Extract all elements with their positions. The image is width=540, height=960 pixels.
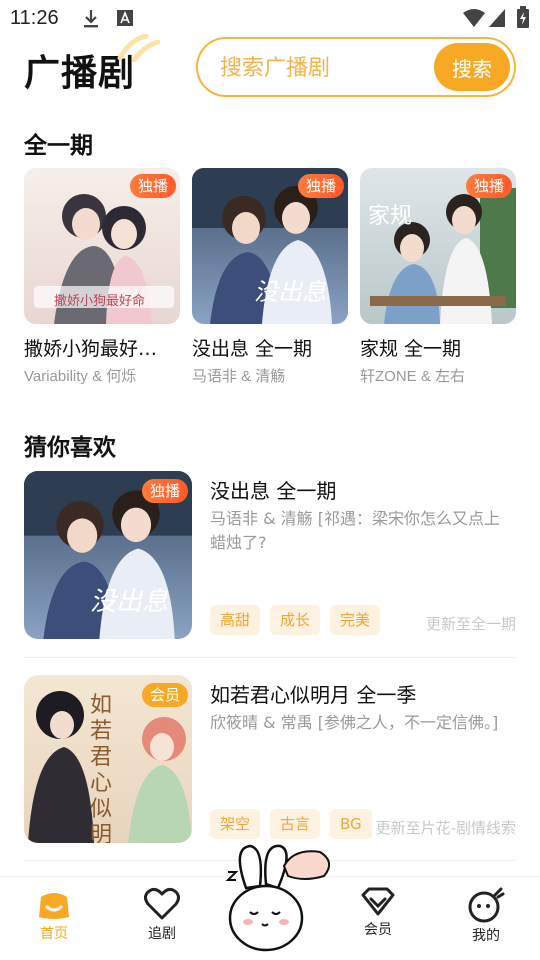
drama-cover[interactable]: 独播 没出息 xyxy=(24,471,192,639)
title-sparkle-decoration xyxy=(117,34,160,62)
exclusive-badge: 独播 xyxy=(141,479,188,503)
drama-title[interactable]: 没出息 全一期 xyxy=(210,475,336,504)
list-item[interactable]: 独播 没出息 没出息 全一期 马语非 & 清觞 [祁遇：梁宋你怎么又点上蜡烛了?… xyxy=(24,471,516,639)
text-app-icon xyxy=(117,10,133,26)
nav-item-home[interactable]: 首页 xyxy=(14,887,94,943)
nav-item-profile[interactable]: 我的 xyxy=(446,887,526,945)
nav-label: 首页 xyxy=(40,926,68,942)
vip-badge: 会员 xyxy=(141,683,188,707)
drama-cover[interactable]: 会员 如若君心似明月 xyxy=(24,675,192,843)
drama-card[interactable]: 独播 家规 家规 全一期 轩ZONE & 左右 xyxy=(360,168,516,386)
section-title-full: 全一期 xyxy=(24,126,98,160)
vip-diamond-icon xyxy=(361,887,395,916)
tag[interactable]: 完美 xyxy=(330,605,381,635)
drama-description: 马语非 & 清觞 [祁遇：梁宋你怎么又点上蜡烛了? xyxy=(210,509,500,552)
drama-cover[interactable]: 独播 家规 xyxy=(360,168,516,324)
cover-caption: 如若君心似明月 xyxy=(90,693,113,843)
list-item[interactable]: 会员 如若君心似明月 如若君心似明月 全一季 欣筱晴 & 常禹 [参佛之人，不一… xyxy=(24,675,516,843)
nav-label: 会员 xyxy=(364,922,392,938)
cellular-signal-icon xyxy=(489,9,505,27)
cover-caption: 撒娇小狗最好命 xyxy=(54,294,146,309)
drama-title[interactable]: 没出息 全一期 xyxy=(192,334,348,361)
tag[interactable]: 高甜 xyxy=(210,605,261,635)
download-icon xyxy=(84,10,98,28)
section-title-recommend: 猜你喜欢 xyxy=(24,428,122,462)
drama-card[interactable]: 独播 没出息 没出息 全一期 马语非 & 清觞 xyxy=(192,168,348,386)
tag-list: 架空 古言 BG xyxy=(210,809,372,839)
update-status: 更新至片花-剧情线索 xyxy=(375,819,516,837)
exclusive-badge: 独播 xyxy=(297,174,344,198)
drama-cast: Variability & 何烁 xyxy=(24,368,137,385)
status-time: 11:26 xyxy=(10,7,59,29)
cover-caption: 没出息 xyxy=(254,278,326,306)
tag-list: 高甜 成长 完美 xyxy=(210,605,381,635)
home-icon xyxy=(39,893,69,919)
profile-icon xyxy=(468,887,505,923)
drama-cast: 马语非 & 清觞 xyxy=(192,368,286,385)
nav-label: 我的 xyxy=(472,928,500,944)
nav-item-follow[interactable]: 追剧 xyxy=(122,887,202,943)
tag[interactable]: 架空 xyxy=(210,809,261,839)
nav-item-vip[interactable]: 会员 xyxy=(338,887,418,939)
search-input[interactable] xyxy=(220,53,420,83)
cover-caption: 没出息 xyxy=(90,587,169,617)
wifi-icon xyxy=(463,9,485,27)
update-status: 更新至全一期 xyxy=(425,615,516,633)
drama-cover[interactable]: 独播 没出息 xyxy=(192,168,348,324)
bunny-mascot-icon[interactable] xyxy=(224,842,336,954)
drama-title[interactable]: 家规 全一期 xyxy=(360,334,516,361)
status-bar: 11:26 xyxy=(0,0,540,36)
tag[interactable]: BG xyxy=(330,809,372,839)
drama-cast: 轩ZONE & 左右 xyxy=(360,368,466,385)
nav-label: 追剧 xyxy=(148,926,176,942)
tag[interactable]: 成长 xyxy=(270,605,321,635)
drama-title[interactable]: 如若君心似明月 全一季 xyxy=(210,679,416,708)
exclusive-badge: 独播 xyxy=(129,174,176,198)
tag[interactable]: 古言 xyxy=(270,809,321,839)
drama-description: 欣筱晴 & 常禹 [参佛之人，不一定信佛。] xyxy=(210,713,499,732)
cover-caption: 家规 xyxy=(368,204,413,229)
drama-card[interactable]: 独播 撒娇小狗最好命 撒娇小狗最好… Variability & 何烁 xyxy=(24,168,180,386)
drama-cover[interactable]: 独播 撒娇小狗最好命 xyxy=(24,168,180,324)
heart-icon xyxy=(144,887,180,920)
search-bar[interactable]: 搜索 xyxy=(196,37,516,97)
exclusive-badge: 独播 xyxy=(465,174,512,198)
drama-title[interactable]: 撒娇小狗最好… xyxy=(24,334,180,361)
battery-charging-icon xyxy=(517,6,529,28)
search-button[interactable]: 搜索 xyxy=(434,43,510,91)
divider xyxy=(24,657,516,658)
